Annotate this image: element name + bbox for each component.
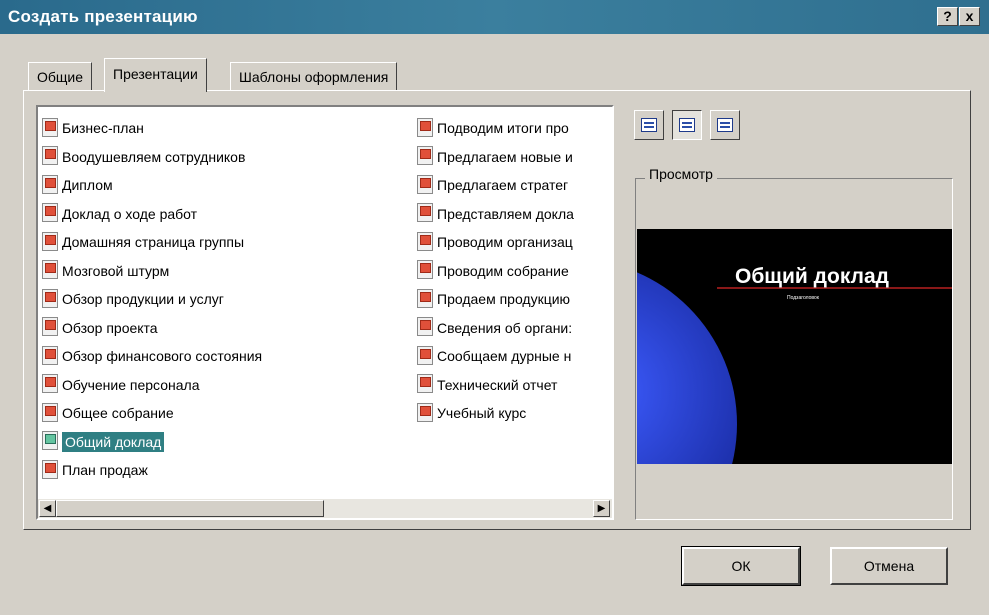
- list-item-label: Продаем продукцию: [437, 291, 571, 307]
- list-item[interactable]: Сведения об органи:: [417, 315, 572, 341]
- list-item-label: Предлагаем стратег: [437, 177, 569, 193]
- list-item[interactable]: Сообщаем дурные н: [417, 343, 571, 369]
- presentation-file-icon: [42, 203, 58, 223]
- list-item[interactable]: Обзор финансового состояния: [42, 343, 262, 369]
- list-item[interactable]: Учебный курс: [417, 400, 526, 426]
- scroll-right-arrow-icon[interactable]: ▶: [593, 500, 610, 517]
- tab-general[interactable]: Общие: [28, 62, 93, 91]
- slide-decoration: [637, 259, 737, 464]
- slide-title: Общий доклад: [735, 265, 889, 288]
- list-item-label: Сообщаем дурные н: [437, 348, 572, 364]
- large-icons-icon: [641, 118, 657, 132]
- list-item-label: План продаж: [62, 462, 148, 478]
- list-item-label: Воодушевляем сотрудников: [62, 148, 246, 165]
- tab-design-templates[interactable]: Шаблоны оформления: [230, 62, 398, 91]
- list-item-label: Предлагаем новые и: [437, 148, 573, 165]
- window-title: Создать презентацию: [8, 7, 198, 26]
- list-item[interactable]: Продаем продукцию: [417, 286, 570, 312]
- ok-button[interactable]: ОК: [681, 546, 801, 586]
- preview-label: Просмотр: [645, 166, 717, 182]
- list-item-label: Мозговой штурм: [62, 262, 170, 279]
- list-item[interactable]: Воодушевляем сотрудников: [42, 144, 245, 170]
- presentation-file-icon: [42, 374, 58, 394]
- scroll-left-arrow-icon[interactable]: ◀: [39, 500, 56, 517]
- list-item-label: Обзор финансового состояния: [62, 348, 263, 364]
- presentation-file-icon: [42, 431, 58, 451]
- list-item[interactable]: Проводим организац: [417, 229, 573, 255]
- list-item-label: Обзор продукции и услуг: [62, 291, 224, 307]
- list-item-label: Обучение персонала: [62, 376, 200, 393]
- presentation-file-icon: [42, 146, 58, 166]
- list-item[interactable]: Проводим собрание: [417, 258, 569, 284]
- details-view-button[interactable]: [710, 110, 740, 140]
- horizontal-scrollbar[interactable]: ◀ ▶: [38, 499, 612, 518]
- presentation-file-icon: [417, 374, 433, 394]
- presentation-file-icon: [417, 203, 433, 223]
- presentation-file-icon: [42, 459, 58, 479]
- list-item[interactable]: Доклад о ходе работ: [42, 201, 197, 227]
- presentation-file-icon: [42, 288, 58, 308]
- list-item-label: Представляем докла: [437, 205, 574, 222]
- help-button[interactable]: ?: [937, 7, 958, 26]
- list-item[interactable]: Технический отчет: [417, 372, 557, 398]
- presentation-list[interactable]: Бизнес-план Воодушевляем сотрудников Дипло…: [36, 105, 614, 520]
- slide-subtitle: Подзаголовок: [787, 295, 819, 301]
- presentation-file-icon: [42, 402, 58, 422]
- presentation-file-icon: [417, 317, 433, 337]
- list-item-label: Доклад о ходе работ: [62, 205, 198, 222]
- list-item-label: Диплом: [62, 177, 113, 193]
- presentation-file-icon: [417, 345, 433, 365]
- list-item[interactable]: Домашняя страница группы: [42, 229, 244, 255]
- slide-preview: Общий доклад Подзаголовок: [637, 229, 952, 464]
- list-item-label: Домашняя страница группы: [62, 234, 245, 250]
- list-item[interactable]: Диплом: [42, 172, 113, 198]
- details-icon: [717, 118, 733, 132]
- presentation-file-icon: [42, 317, 58, 337]
- list-item[interactable]: Общий доклад: [42, 429, 165, 455]
- presentation-file-icon: [417, 146, 433, 166]
- list-item[interactable]: План продаж: [42, 457, 148, 483]
- list-item[interactable]: Мозговой штурм: [42, 258, 169, 284]
- presentation-file-icon: [42, 117, 58, 137]
- presentation-file-icon: [42, 174, 58, 194]
- presentation-file-icon: [42, 231, 58, 251]
- list-item[interactable]: Бизнес-план: [42, 115, 144, 141]
- presentation-file-icon: [417, 231, 433, 251]
- list-item-label: Бизнес-план: [62, 120, 144, 136]
- presentation-file-icon: [42, 260, 58, 280]
- list-item-label: Проводим организац: [437, 234, 573, 250]
- list-item-label: Проводим собрание: [437, 262, 569, 279]
- close-button[interactable]: x: [959, 7, 980, 26]
- list-item[interactable]: Общее собрание: [42, 400, 174, 426]
- tab-presentations[interactable]: Презентации: [104, 58, 207, 92]
- list-view-button[interactable]: [672, 110, 702, 140]
- cancel-button[interactable]: Отмена: [830, 547, 948, 585]
- large-icons-view-button[interactable]: [634, 110, 664, 140]
- list-item-label: Учебный курс: [437, 405, 527, 421]
- list-item[interactable]: Обзор проекта: [42, 315, 158, 341]
- presentation-file-icon: [417, 260, 433, 280]
- list-item-label: Общее собрание: [62, 405, 174, 421]
- list-item-label: Общий доклад: [62, 431, 165, 452]
- presentation-file-icon: [42, 345, 58, 365]
- list-item[interactable]: Представляем докла: [417, 201, 574, 227]
- list-item[interactable]: Предлагаем новые и: [417, 144, 573, 170]
- list-item-label: Подводим итоги про: [437, 120, 569, 136]
- presentation-file-icon: [417, 117, 433, 137]
- presentation-file-icon: [417, 174, 433, 194]
- title-bar: Создать презентацию ? x: [0, 0, 989, 34]
- list-icon: [679, 118, 695, 132]
- list-item[interactable]: Предлагаем стратег: [417, 172, 568, 198]
- presentation-file-icon: [417, 402, 433, 422]
- list-item[interactable]: Подводим итоги про: [417, 115, 569, 141]
- list-item-label: Технический отчет: [437, 376, 558, 393]
- presentation-file-icon: [417, 288, 433, 308]
- list-item-label: Обзор проекта: [62, 319, 158, 336]
- list-item-label: Сведения об органи:: [437, 319, 573, 336]
- list-item[interactable]: Обучение персонала: [42, 372, 199, 398]
- scrollbar-thumb[interactable]: [56, 500, 324, 517]
- list-item[interactable]: Обзор продукции и услуг: [42, 286, 224, 312]
